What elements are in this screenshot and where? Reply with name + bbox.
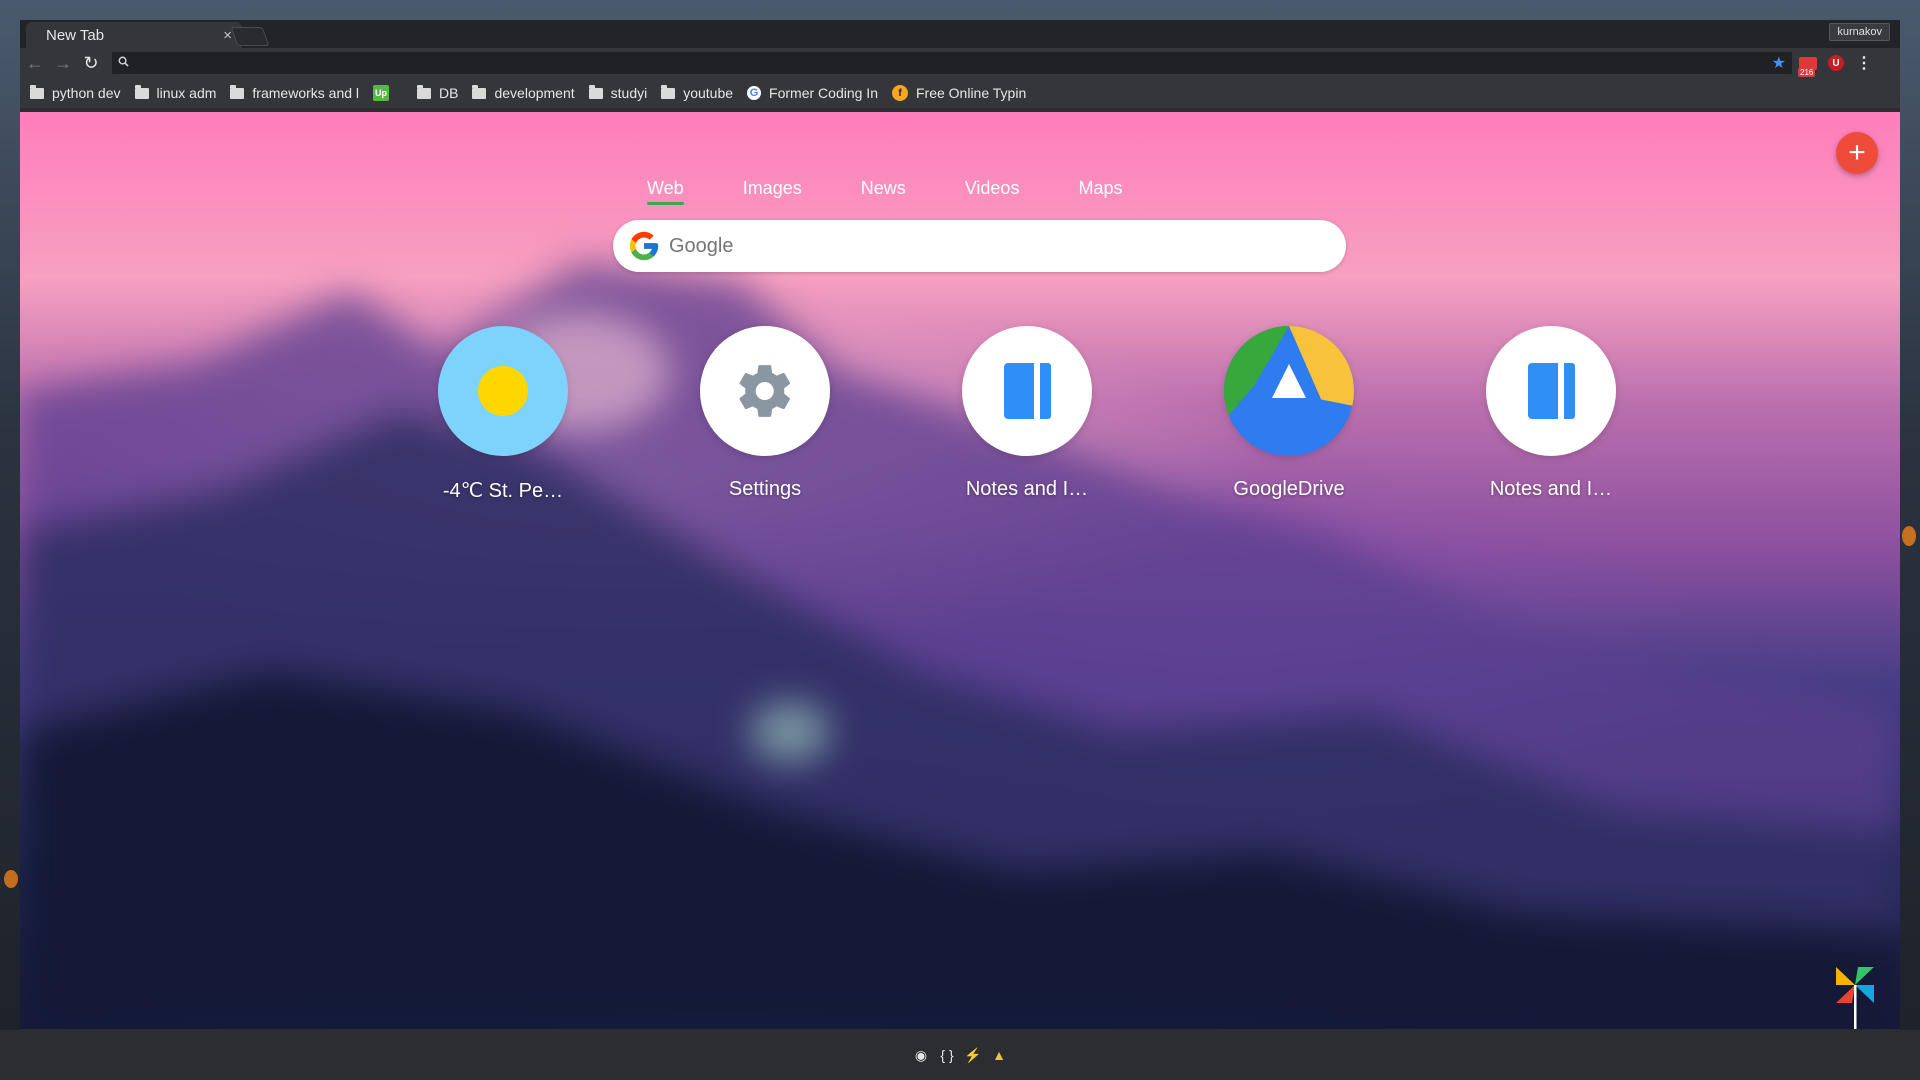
shortcut-weather[interactable]: -4℃ St. Pe… xyxy=(372,326,634,503)
shortcut-google-drive[interactable]: GoogleDrive xyxy=(1158,326,1420,503)
notes-icon xyxy=(1486,326,1616,456)
bookmark-linux-adm[interactable]: linux adm xyxy=(134,84,216,101)
browser-window: New Tab × kurnakov ← → ↻ ★ 216 U ⋮ pytho… xyxy=(20,20,1900,1030)
folder-icon xyxy=(661,84,676,99)
pinwheel-icon xyxy=(1836,967,1874,1029)
address-bar[interactable]: ★ xyxy=(112,52,1792,74)
add-shortcut-button[interactable]: + xyxy=(1836,132,1878,174)
folder-icon xyxy=(588,84,603,99)
folder-icon xyxy=(30,84,44,99)
reload-button[interactable]: ↻ xyxy=(78,50,104,76)
bookmark-development[interactable]: development xyxy=(472,84,575,101)
search-tabs: Web Images News Videos Maps xyxy=(647,178,1181,205)
desktop-decoration xyxy=(4,870,18,888)
bookmarks-bar: python dev linux adm frameworks and l Up… xyxy=(20,78,1900,108)
forward-button[interactable]: → xyxy=(50,50,76,76)
desktop-decoration xyxy=(1902,526,1916,546)
folder-icon xyxy=(417,84,432,99)
google-logo-icon xyxy=(629,231,659,261)
bookmark-youtube[interactable]: youtube xyxy=(661,84,733,101)
desktop-dock: ◉ { } ⚡ ▲ xyxy=(0,1030,1920,1080)
bookmark-star-icon[interactable]: ★ xyxy=(1772,53,1786,73)
folder-icon xyxy=(230,84,245,99)
folder-icon xyxy=(472,84,487,99)
mail-count-badge: 216 xyxy=(1798,67,1816,77)
tab-news[interactable]: News xyxy=(861,178,906,205)
mail-icon: 216 xyxy=(1798,56,1817,77)
bookmark-upwork[interactable]: Up xyxy=(373,85,403,101)
shortcut-notes-1[interactable]: Notes and I… xyxy=(896,326,1158,503)
editor-dock-icon[interactable]: ⚡ xyxy=(964,1046,982,1064)
typing-icon: f xyxy=(891,85,908,101)
shortcut-settings[interactable]: Settings xyxy=(634,326,896,503)
tab-new-tab[interactable]: New Tab × xyxy=(26,22,242,48)
bookmark-studyi[interactable]: studyi xyxy=(588,84,647,101)
shortcut-label: Notes and I… xyxy=(1489,478,1613,500)
gear-icon xyxy=(700,326,830,456)
bookmark-db[interactable]: DB xyxy=(417,84,458,101)
ublock-extension-button[interactable]: U xyxy=(1824,52,1848,74)
code-dock-icon[interactable]: { } xyxy=(938,1046,956,1064)
google-drive-icon xyxy=(1224,326,1354,456)
search-input[interactable] xyxy=(667,233,1346,259)
menu-button[interactable]: ⋮ xyxy=(1852,52,1876,74)
shortcut-label: Notes and I… xyxy=(965,478,1089,500)
shortcut-label: GoogleDrive xyxy=(1233,478,1345,500)
tab-videos[interactable]: Videos xyxy=(965,178,1020,205)
weather-sun-icon xyxy=(438,326,568,456)
shortcut-notes-2[interactable]: Notes and I… xyxy=(1420,326,1682,503)
new-tab-button[interactable] xyxy=(230,27,270,46)
shortcut-label: Settings xyxy=(728,478,802,500)
app-dock-icon[interactable]: ▲ xyxy=(990,1046,1008,1064)
title-bar: New Tab × kurnakov xyxy=(20,20,1900,48)
search-icon xyxy=(118,56,129,70)
address-input[interactable] xyxy=(135,54,1772,72)
back-button[interactable]: ← xyxy=(22,50,48,76)
tab-web[interactable]: Web xyxy=(647,178,684,205)
folder-icon xyxy=(134,84,149,99)
ublock-icon: U xyxy=(1828,55,1844,71)
new-tab-page: + Web Images News Videos Maps -4℃ St. Pe… xyxy=(20,112,1900,1029)
notes-icon xyxy=(962,326,1092,456)
toolbar: ← → ↻ ★ 216 U ⋮ xyxy=(20,48,1900,78)
google-search-box[interactable] xyxy=(613,220,1346,272)
shortcut-label: -4℃ St. Pe… xyxy=(442,480,564,502)
mail-extension-button[interactable]: 216 xyxy=(1796,52,1820,77)
tab-maps[interactable]: Maps xyxy=(1078,178,1122,205)
bookmark-frameworks[interactable]: frameworks and l xyxy=(230,84,359,101)
chrome-dock-icon[interactable]: ◉ xyxy=(912,1046,930,1064)
upwork-icon: Up xyxy=(373,85,390,101)
bookmark-former-coding[interactable]: G Former Coding In xyxy=(747,85,878,101)
tab-images[interactable]: Images xyxy=(743,178,802,205)
google-icon: G xyxy=(747,86,762,100)
bookmark-free-online-typing[interactable]: f Free Online Typin xyxy=(891,85,1026,101)
shortcuts-grid: -4℃ St. Pe… Settings Notes and I… Google… xyxy=(372,326,1682,503)
profile-button[interactable]: kurnakov xyxy=(1829,23,1890,41)
tab-title: New Tab xyxy=(46,26,105,44)
bookmark-python-dev[interactable]: python dev xyxy=(30,84,121,101)
